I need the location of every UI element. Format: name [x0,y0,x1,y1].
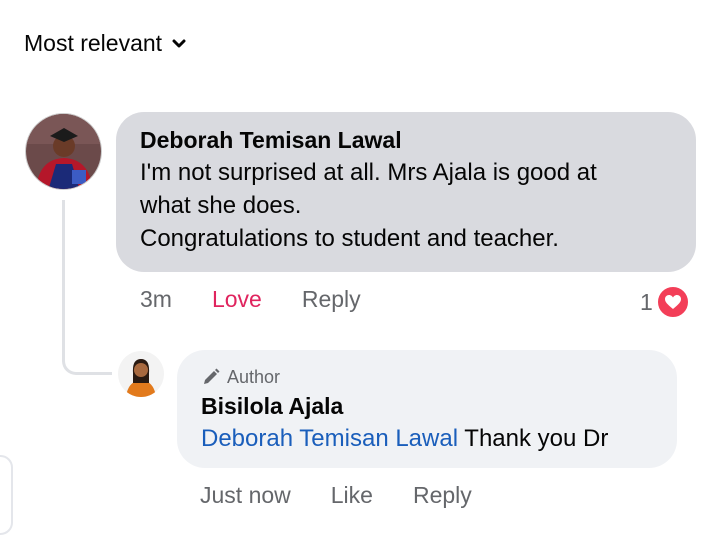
avatar[interactable] [25,113,102,190]
partial-element [0,455,13,535]
love-reaction-button[interactable]: Love [212,286,262,313]
avatar[interactable] [118,351,164,397]
reply-timestamp[interactable]: Just now [200,482,291,509]
reply-button[interactable]: Reply [413,482,472,509]
reply-actions: Just now Like Reply [200,482,512,509]
author-badge-label: Author [227,366,281,387]
comment-bubble: Deborah Temisan Lawal I'm not surprised … [116,112,696,272]
chevron-down-icon [172,39,186,47]
like-button[interactable]: Like [331,482,373,509]
reply-button[interactable]: Reply [302,286,361,313]
comment-line: what she does. [140,192,302,219]
author-badge: Author [201,364,653,390]
reply-author-name[interactable]: Bisilola Ajala [201,390,653,422]
comment-line: Congratulations to student and teacher. [140,225,559,252]
comment-author-name[interactable]: Deborah Temisan Lawal [140,124,672,156]
thread-connector [62,200,112,375]
comment-line: I'm not surprised at all. Mrs Ajala is g… [140,159,597,186]
reaction-summary[interactable]: 1 [640,285,690,319]
reply-text: Deborah Temisan Lawal Thank you Dr [201,422,653,456]
comment-timestamp[interactable]: 3m [140,286,172,313]
sort-dropdown[interactable]: Most relevant [24,30,186,57]
comment-text: I'm not surprised at all. Mrs Ajala is g… [140,156,672,255]
reply-bubble: Author Bisilola Ajala Deborah Temisan La… [177,350,677,468]
reply-message: Thank you Dr [464,425,609,452]
mention-link[interactable]: Deborah Temisan Lawal [201,425,458,452]
sort-label: Most relevant [24,30,163,56]
pencil-icon [204,368,220,384]
comment-actions: 3m Love Reply [140,286,401,313]
heart-icon [655,285,690,319]
reaction-count: 1 [640,288,653,315]
